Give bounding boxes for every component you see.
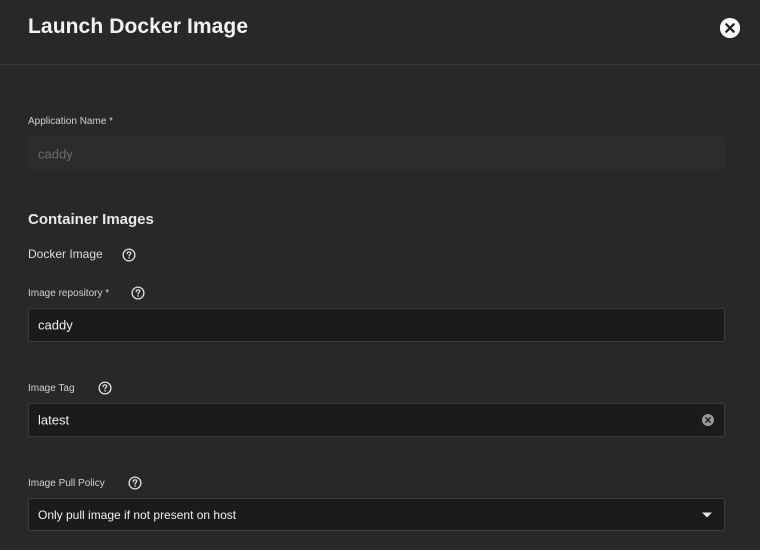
- image-tag-value: latest: [38, 412, 70, 428]
- dialog-title: Launch Docker Image: [28, 15, 249, 38]
- image-repository-input[interactable]: caddy: [28, 308, 725, 342]
- docker-image-help-icon[interactable]: [122, 248, 136, 262]
- image-pull-policy-label: Image Pull Policy: [28, 478, 105, 489]
- image-repository-help-icon[interactable]: [131, 286, 145, 300]
- image-repository-value: caddy: [38, 317, 73, 333]
- image-tag-label: Image Tag: [28, 383, 75, 394]
- image-pull-policy-value: Only pull image if not present on host: [38, 507, 237, 522]
- close-icon[interactable]: [720, 18, 740, 38]
- application-name-label: Application Name *: [28, 116, 114, 127]
- launch-docker-image-dialog: Launch Docker Image Application Name * c…: [0, 0, 760, 550]
- application-name-input: caddy: [28, 137, 725, 170]
- application-name-value: caddy: [38, 146, 73, 161]
- image-tag-help-icon[interactable]: [98, 381, 112, 395]
- image-tag-input[interactable]: latest: [28, 403, 725, 437]
- image-pull-policy-help-icon[interactable]: [128, 476, 142, 490]
- image-pull-policy-select[interactable]: Only pull image if not present on host: [28, 498, 725, 531]
- docker-image-label: Docker Image: [28, 247, 103, 261]
- image-repository-label: Image repository *: [28, 288, 110, 299]
- dialog-header: Launch Docker Image: [0, 0, 760, 65]
- container-images-heading: Container Images: [28, 211, 154, 228]
- clear-icon[interactable]: [702, 414, 714, 426]
- caret-down-icon: [702, 512, 712, 517]
